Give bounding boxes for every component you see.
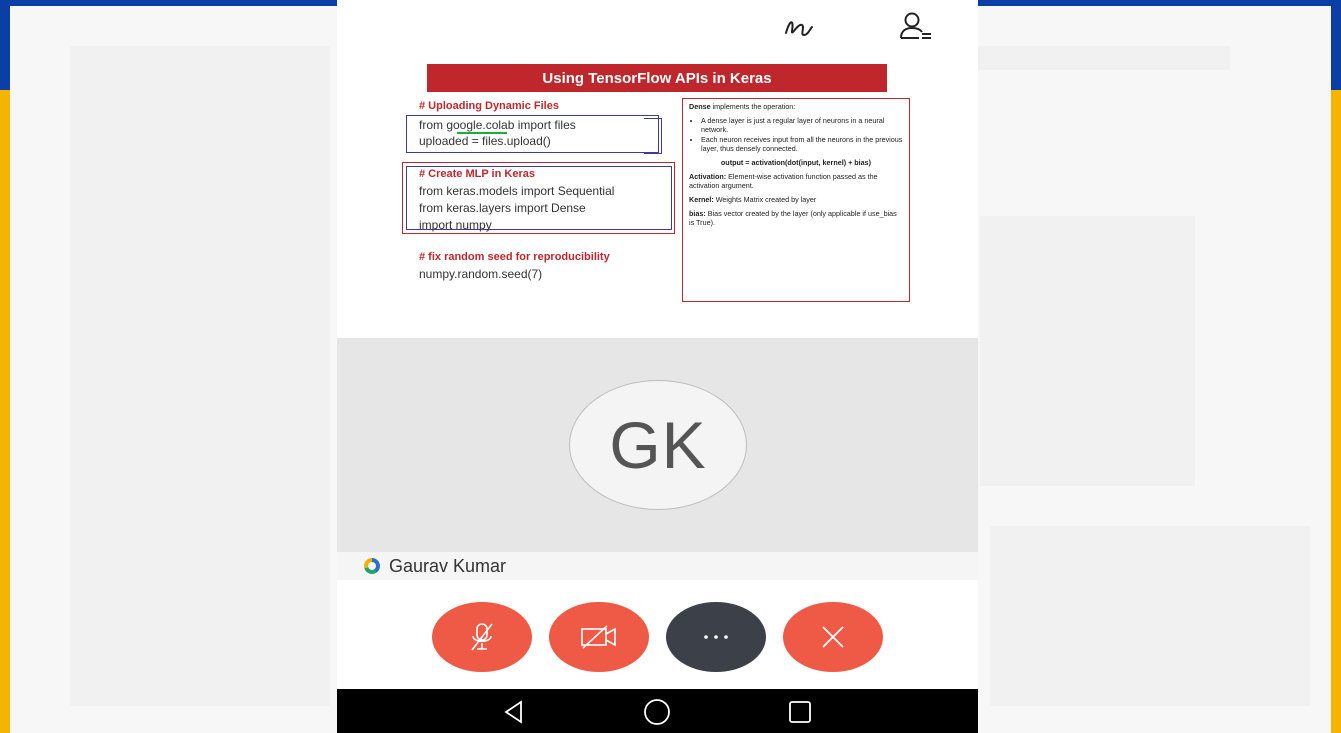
video-off-icon xyxy=(581,625,616,649)
code-box-bracket xyxy=(644,118,662,154)
mute-button[interactable] xyxy=(432,602,532,672)
slide-title: Using TensorFlow APIs in Keras xyxy=(427,64,887,92)
dense-kernel-label: Kernel: xyxy=(689,195,714,204)
participant-name: Gaurav Kumar xyxy=(389,555,507,576)
dense-bullet: A dense layer is just a regular layer of… xyxy=(701,116,903,134)
dense-intro-bold: Dense xyxy=(689,102,711,111)
mic-off-icon xyxy=(471,623,493,651)
frame-right-yellow xyxy=(1331,90,1341,733)
background-blur xyxy=(70,46,330,706)
android-nav-bar xyxy=(337,689,978,733)
nav-home-button[interactable] xyxy=(642,697,672,727)
avatar-initials: GK xyxy=(609,408,707,482)
close-icon xyxy=(822,626,844,648)
code-line: from google.colab import files xyxy=(419,118,576,132)
dense-explanation-box: Dense implements the operation: A dense … xyxy=(682,98,910,302)
dense-bullet: Each neuron receives input from all the … xyxy=(701,135,903,153)
dense-formula: output = activation(dot(input, kernel) +… xyxy=(720,158,872,167)
more-options-button[interactable] xyxy=(666,602,766,672)
dense-intro-text: implements the operation: xyxy=(710,102,796,111)
nav-recents-button[interactable] xyxy=(785,697,815,727)
frame-left-yellow xyxy=(0,90,10,733)
dense-activation: Activation: Element-wise activation func… xyxy=(689,172,903,190)
nav-recents-icon xyxy=(789,701,811,723)
dense-bullets: A dense layer is just a regular layer of… xyxy=(701,116,903,153)
avatar: GK xyxy=(569,380,747,510)
dense-kernel-text: Weights Matrix created by layer xyxy=(713,195,817,204)
dense-bias: bias: Bias vector created by the layer (… xyxy=(689,209,903,227)
code-line: uploaded = files.upload() xyxy=(419,134,551,148)
code-line: from keras.models import Sequential xyxy=(419,184,615,198)
meeting-toolbar xyxy=(337,0,978,60)
call-controls xyxy=(337,580,978,690)
nav-back-button[interactable] xyxy=(499,697,529,727)
scribble-icon[interactable] xyxy=(777,6,821,50)
video-toggle-button[interactable] xyxy=(549,602,649,672)
nav-home-icon xyxy=(644,699,670,725)
app-logo-icon xyxy=(364,558,380,574)
dense-intro: Dense implements the operation: xyxy=(689,102,903,111)
dense-kernel: Kernel: Weights Matrix created by layer xyxy=(689,195,903,204)
end-call-button[interactable] xyxy=(783,602,883,672)
code-comment: # Uploading Dynamic Files xyxy=(419,100,559,112)
participant-video-tile[interactable]: GK xyxy=(337,338,978,552)
participant-name-bar: Gaurav Kumar xyxy=(337,552,978,580)
dense-bias-label: bias: xyxy=(689,209,706,218)
code-line: import numpy xyxy=(419,218,492,232)
background-blur xyxy=(980,216,1195,486)
background-blur xyxy=(970,46,1230,70)
code-line: from keras.layers import Dense xyxy=(419,201,586,215)
frame-right-blue xyxy=(1331,0,1341,90)
code-comment: # fix random seed for reproducibility xyxy=(419,251,610,263)
code-comment: # Create MLP in Keras xyxy=(419,168,535,180)
nav-back-icon xyxy=(504,700,522,724)
frame-left-blue xyxy=(0,0,10,90)
dense-activation-label: Activation: xyxy=(689,172,727,181)
phone-screen: Using TensorFlow APIs in Keras # Uploadi… xyxy=(337,0,978,733)
background-blur xyxy=(990,526,1310,706)
shared-slide: Using TensorFlow APIs in Keras # Uploadi… xyxy=(399,62,919,330)
dense-bias-text: Bias vector created by the layer (only a… xyxy=(689,209,897,227)
code-line: numpy.random.seed(7) xyxy=(419,267,543,281)
more-icon xyxy=(704,635,728,639)
participants-icon[interactable] xyxy=(893,4,937,48)
